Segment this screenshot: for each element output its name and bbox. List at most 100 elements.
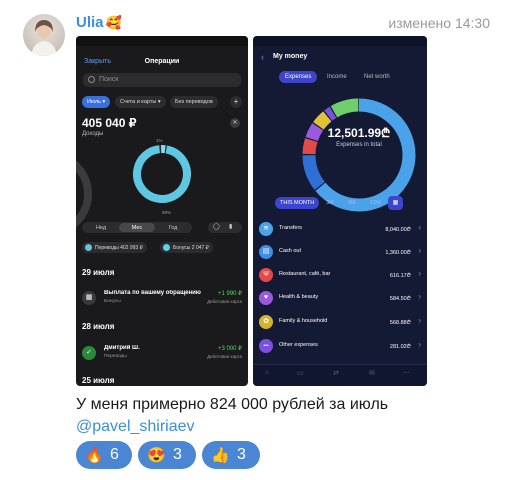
expense-category-row[interactable]: ••• Other expenses 281.02₾ › <box>259 339 421 357</box>
category-amount: 281.02₾ <box>389 344 411 350</box>
tab-year[interactable]: Год <box>155 225 191 231</box>
tab-week[interactable]: Нед <box>83 225 119 231</box>
total-amount: 405 040 ₽ <box>82 116 137 130</box>
category-name: Health & beauty <box>279 294 319 300</box>
avatar-photo-icon <box>31 20 57 56</box>
reaction-fire[interactable]: 🔥 6 <box>76 441 132 469</box>
reaction-count: 3 <box>173 446 182 463</box>
period-12m[interactable]: 12M <box>365 197 386 209</box>
health-beauty-icon: ♥ <box>259 291 273 305</box>
chevron-right-icon: › <box>418 246 421 255</box>
expense-category-row[interactable]: ▤ Cash out 1,360.00₾ › <box>259 245 421 263</box>
chevron-right-icon: › <box>418 269 421 278</box>
expense-category-row[interactable]: ♥ Health & beauty 584.50₾ › <box>259 291 421 309</box>
add-filter-button[interactable]: + <box>230 96 242 108</box>
bonus-icon <box>163 244 170 251</box>
heart-eyes-icon: 😍 <box>147 447 166 464</box>
products-icon[interactable]: ▭ <box>297 369 304 377</box>
search-input[interactable]: Поиск <box>83 73 241 87</box>
mention-link[interactable]: @pavel_shiriaev <box>76 418 195 436</box>
date-heading: 29 июля <box>82 268 115 277</box>
back-icon[interactable]: ‹ <box>261 52 264 62</box>
category-amount: 8,040.00₾ <box>385 227 411 233</box>
filter-accounts[interactable]: Счета и карты ▾ <box>115 96 166 108</box>
period-this-month[interactable]: THIS MONTH <box>275 197 320 209</box>
screen-title: Операции <box>144 58 180 65</box>
category-name: Other expenses <box>279 342 318 348</box>
donut-top-percent: 1% <box>156 138 163 143</box>
author-name[interactable]: Ulia <box>76 14 104 31</box>
donut-view-icon[interactable]: ◯ <box>213 223 220 230</box>
filter-month[interactable]: Июль ▾ <box>82 96 111 108</box>
tab-month[interactable]: Мес <box>119 225 155 231</box>
tab-expenses[interactable]: Expenses <box>279 71 318 83</box>
reaction-count: 6 <box>110 446 119 463</box>
bar-view-icon[interactable]: ▮ <box>229 223 232 230</box>
reaction-thumbs-up[interactable]: 👍 3 <box>202 441 260 469</box>
period-segmented-control: Нед Мес Год <box>82 222 192 233</box>
message-text: У меня примерно 824 000 рублей за июль <box>76 396 389 413</box>
attached-screenshot-my-money[interactable]: ‹ My money Expenses Income Net worth 12,… <box>253 36 427 386</box>
attached-screenshot-operations[interactable]: Закрыть Операции Поиск Июль ▾ Счета и ка… <box>76 36 248 386</box>
transfers-icon <box>85 244 92 251</box>
check-icon: ✓ <box>82 346 96 360</box>
transfers-nav-icon[interactable]: ⇄ <box>333 369 339 377</box>
reaction-count: 3 <box>237 446 246 463</box>
transaction-amount: +1 990 ₽ <box>217 291 242 297</box>
category-name: Restaurant, café, bar <box>279 271 331 277</box>
bottom-navigation: ⌂ ▭ ⇄ ✉ ⋯ <box>253 364 427 386</box>
gift-icon: ▦ <box>82 291 96 305</box>
transaction-row[interactable]: ✓ Дмитрий Ш. Переводы +3 000 ₽ Дебетовая… <box>82 344 242 366</box>
category-name: Transfers <box>279 225 303 231</box>
family-household-icon: ✿ <box>259 315 273 329</box>
thumbs-up-icon: 👍 <box>211 447 230 464</box>
pill-bonuses[interactable]: Бонусы 2 047 ₽ <box>160 242 213 253</box>
expense-category-row[interactable]: Ψ Restaurant, café, bar 616.17₾ › <box>259 268 421 286</box>
more-icon[interactable]: ⋯ <box>403 369 410 377</box>
message-status: изменено 14:30 <box>388 15 490 31</box>
transaction-card: Дебетовая карта <box>207 299 242 304</box>
tab-net-worth[interactable]: Net worth <box>358 71 396 83</box>
author-emoji: 🥰 <box>105 15 122 30</box>
category-name: Family & household <box>279 318 328 324</box>
chevron-right-icon: › <box>418 223 421 232</box>
reaction-heart-eyes[interactable]: 😍 3 <box>138 441 196 469</box>
donut-segment-transfers <box>133 144 191 203</box>
status-bar <box>253 36 427 46</box>
expense-category-row[interactable]: ≋ Transfers 8,040.00₾ › <box>259 222 421 240</box>
filter-no-transfers[interactable]: Без переводов <box>170 96 218 108</box>
message-header: Ulia 🥰 изменено 14:30 <box>76 14 490 34</box>
period-3m[interactable]: 3M <box>321 197 339 209</box>
category-name: Cash out <box>279 248 302 254</box>
date-heading: 25 июля <box>82 376 115 385</box>
period-6m[interactable]: 6M <box>343 197 361 209</box>
total-label: Доходы <box>82 131 104 137</box>
search-icon <box>88 76 95 83</box>
chevron-right-icon: › <box>418 340 421 349</box>
clear-icon[interactable]: ✕ <box>230 118 240 128</box>
restaurant-icon: Ψ <box>259 268 273 282</box>
expenses-total: 12,501.99₾ <box>327 126 391 140</box>
fire-icon: 🔥 <box>85 447 104 464</box>
category-amount: 584.50₾ <box>389 296 411 302</box>
home-icon[interactable]: ⌂ <box>265 369 269 376</box>
transaction-card: Дебетовая карта <box>207 354 242 359</box>
cash-out-icon: ▤ <box>259 245 273 259</box>
category-amount: 616.17₾ <box>389 273 411 279</box>
expenses-total-label: Expenses in total <box>336 142 382 148</box>
calendar-icon[interactable]: ▦ <box>388 196 403 210</box>
income-donut-chart[interactable] <box>130 142 194 206</box>
transaction-category: Бонусы <box>104 299 121 304</box>
transaction-category: Переводы <box>104 354 127 359</box>
category-amount: 568.88₾ <box>389 320 411 326</box>
status-bar <box>76 36 248 46</box>
expense-category-row[interactable]: ✿ Family & household 568.88₾ › <box>259 315 421 333</box>
avatar[interactable] <box>23 14 65 56</box>
donut-bottom-percent: 99% <box>162 210 172 215</box>
date-heading: 28 июля <box>82 322 115 331</box>
pill-transfers[interactable]: Переводы 402 993 ₽ <box>82 242 147 253</box>
chat-icon[interactable]: ✉ <box>369 369 375 377</box>
chevron-right-icon: › <box>418 292 421 301</box>
tab-income[interactable]: Income <box>321 71 353 83</box>
transaction-row[interactable]: ▦ Выплата по вашему обращению Бонусы +1 … <box>82 289 242 311</box>
